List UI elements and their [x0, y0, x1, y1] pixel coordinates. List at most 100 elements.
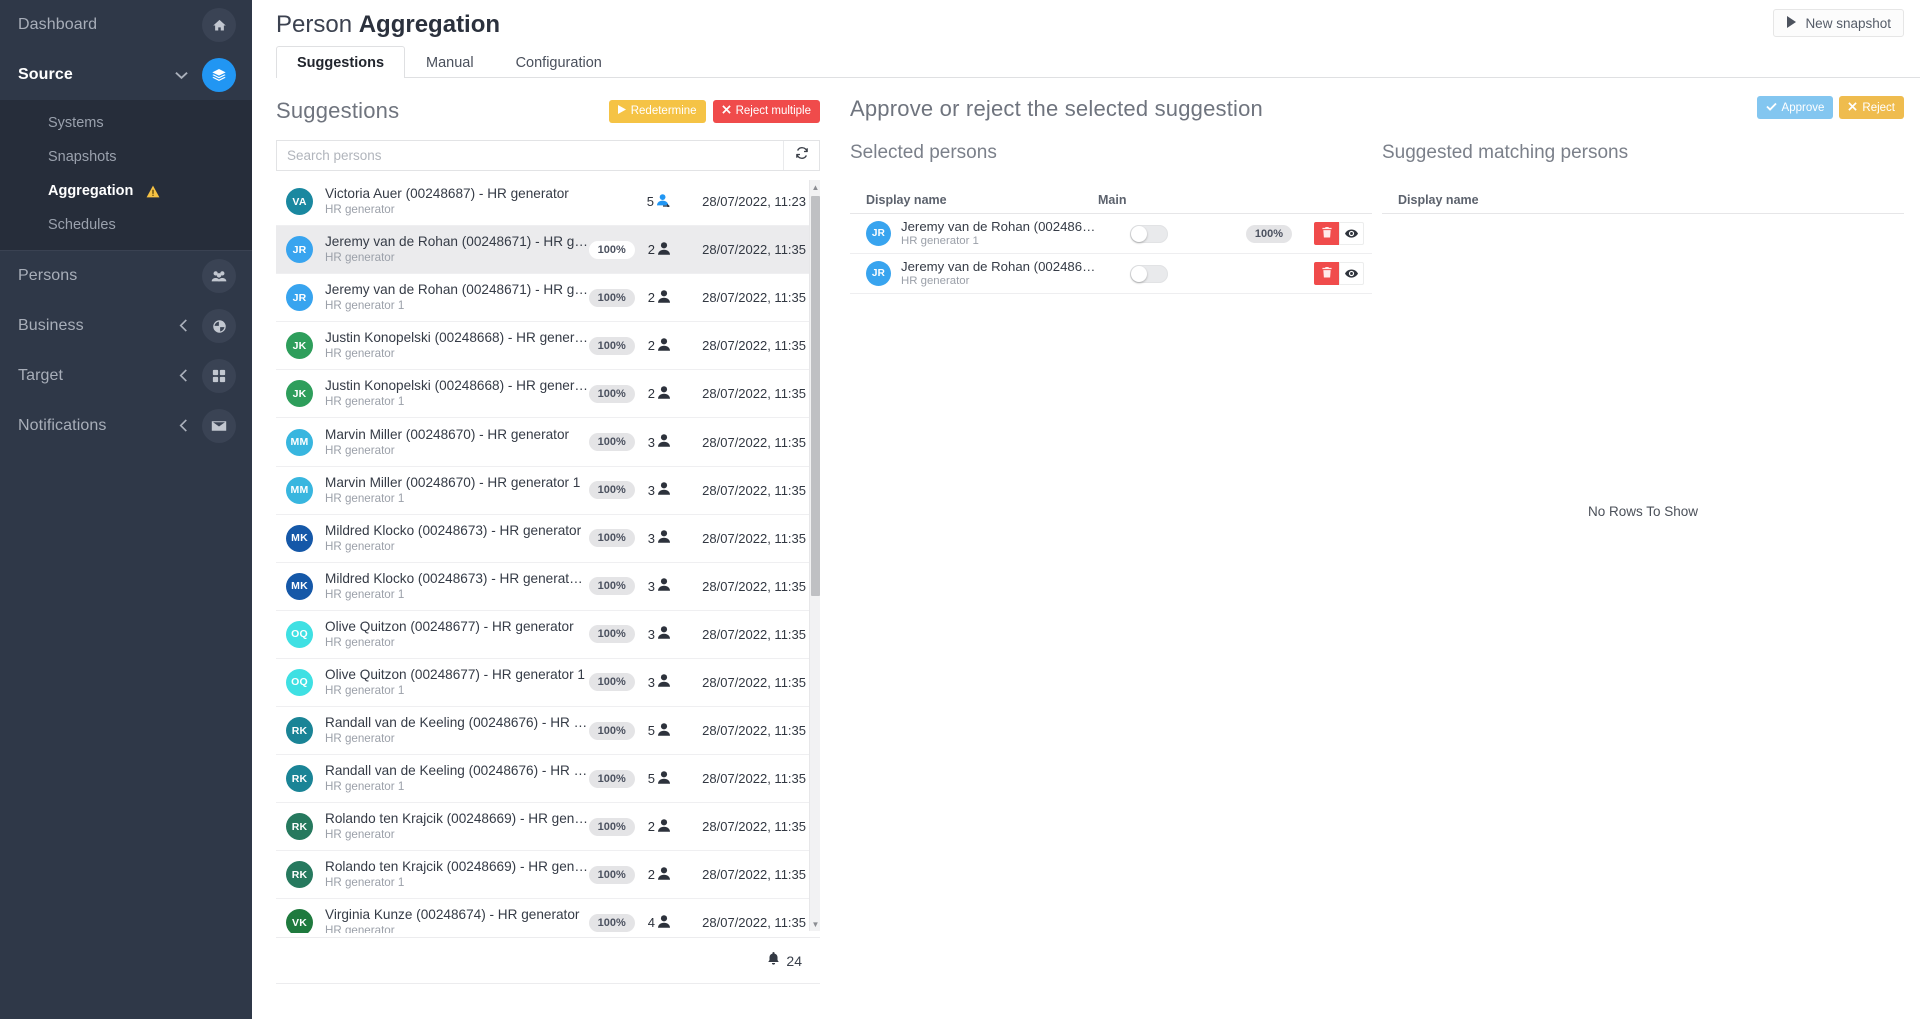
- tab-suggestions[interactable]: Suggestions: [276, 46, 406, 78]
- sidebar-item-snapshots[interactable]: Snapshots: [0, 140, 252, 174]
- row-actions: [1302, 262, 1364, 285]
- suggestions-scrollbar[interactable]: ▲ ▼: [809, 180, 820, 931]
- avatar: OQ: [286, 620, 313, 648]
- suggestion-row[interactable]: OQ Olive Quitzon (00248677) - HR generato…: [276, 658, 820, 708]
- person-count-label: 3: [647, 674, 655, 690]
- person-icon: [658, 770, 670, 787]
- sidebar-item-persons[interactable]: Persons: [0, 251, 252, 301]
- sidebar-item-label: Target: [18, 367, 64, 384]
- suggestion-name: Virginia Kunze (00248674) - HR generator: [325, 907, 580, 923]
- delete-button[interactable]: [1314, 262, 1339, 285]
- person-count: 2: [648, 241, 670, 258]
- page-title-bold: Aggregation: [358, 11, 501, 38]
- suggestion-row[interactable]: RK Rolando ten Krajcik (00248669) - HR ge…: [276, 803, 820, 852]
- match-percent-badge: 100%: [588, 769, 635, 788]
- avatar: MM: [286, 428, 313, 456]
- sidebar-item-systems[interactable]: Systems: [0, 106, 252, 140]
- suggestion-row[interactable]: RK Rolando ten Krajcik (00248669) - HR ge…: [276, 851, 820, 900]
- suggestion-row[interactable]: MM Marvin Miller (00248670) - HR generato…: [276, 466, 820, 515]
- person-icon: [658, 434, 670, 450]
- main-toggle-cell: [1130, 224, 1236, 243]
- sidebar-item-notifications[interactable]: Notifications: [0, 401, 252, 451]
- search-input[interactable]: [277, 141, 783, 170]
- main-toggle[interactable]: [1130, 264, 1168, 283]
- avatar: RK: [286, 861, 313, 889]
- avatar: JK: [286, 380, 313, 408]
- tab-manual[interactable]: Manual: [405, 46, 495, 78]
- view-button[interactable]: [1339, 222, 1364, 245]
- suggestion-date: 28/07/2022, 11:35: [702, 434, 806, 450]
- chevron-left-icon: [179, 368, 188, 384]
- suggestion-texts: Mildred Klocko (00248673) - HR generator…: [325, 523, 589, 554]
- suggestion-source: HR generator 1: [325, 683, 405, 697]
- sidebar-item-aggregation[interactable]: Aggregation: [0, 174, 252, 208]
- sidebar-submenu-source: Systems Snapshots Aggregation Schedules: [0, 100, 252, 250]
- suggestion-row[interactable]: JK Justin Konopelski (00248668) - HR gene…: [276, 322, 820, 371]
- match-percent-badge: 100%: [588, 817, 635, 836]
- table-row[interactable]: JR Jeremy van de Rohan (00248671) -… HR ge…: [850, 254, 1372, 294]
- person-count-label: 5: [646, 194, 654, 210]
- person-count: 5: [646, 193, 670, 210]
- avatar: MK: [286, 572, 313, 600]
- reject-multiple-button[interactable]: Reject multiple: [712, 99, 820, 123]
- suggestion-row[interactable]: MK Mildred Klocko (00248673) - HR generat…: [276, 514, 820, 563]
- scrollbar-thumb[interactable]: [811, 196, 820, 596]
- suggestion-row[interactable]: JR Jeremy van de Rohan (00248671) - HR ge…: [276, 274, 820, 323]
- new-snapshot-button[interactable]: New snapshot: [1773, 9, 1904, 37]
- suggestion-texts: Marvin Miller (00248670) - HR generator H…: [325, 427, 589, 458]
- sidebar-item-label: Persons: [18, 267, 78, 284]
- redetermine-button[interactable]: Redetermine: [608, 99, 706, 123]
- avatar: JR: [866, 221, 891, 246]
- suggestions-footer: 24: [276, 938, 820, 984]
- suggestion-texts: Virginia Kunze (00248674) - HR generator…: [325, 907, 589, 933]
- scroll-up-icon[interactable]: ▲: [810, 180, 820, 194]
- chevron-left-icon: [179, 418, 188, 434]
- suggestion-row[interactable]: RK Randall van de Keeling (00248676) - HR…: [276, 707, 820, 756]
- match-percent-badge: 100%: [1245, 224, 1292, 243]
- suggestion-source: HR generator 1: [325, 780, 405, 794]
- avatar: OQ: [286, 668, 313, 696]
- toggle-knob: [1131, 225, 1147, 242]
- suggestion-row[interactable]: OQ Olive Quitzon (00248677) - HR generato…: [276, 610, 820, 659]
- match-percent-badge: 100%: [588, 865, 635, 884]
- scroll-down-icon[interactable]: ▼: [810, 917, 820, 931]
- main-toggle[interactable]: [1130, 224, 1168, 243]
- suggestion-row[interactable]: JK Justin Konopelski (00248668) - HR gene…: [276, 370, 820, 419]
- suggestion-source: HR generator: [325, 539, 395, 553]
- person-count: 3: [648, 434, 670, 450]
- suggestion-row[interactable]: VK Virginia Kunze (00248674) - HR generat…: [276, 899, 820, 933]
- sidebar-item-source[interactable]: Source: [0, 50, 252, 100]
- sidebar-item-target[interactable]: Target: [0, 351, 252, 401]
- person-count-label: 3: [647, 530, 655, 546]
- suggestion-row[interactable]: VA Victoria Auer (00248687) - HR generato…: [276, 178, 820, 227]
- suggestion-name: Randall van de Keeling (00248676) - HR g…: [325, 763, 589, 779]
- suggestion-source: HR generator: [325, 828, 395, 842]
- person-count: 5: [648, 770, 670, 787]
- approve-button[interactable]: Approve: [1756, 96, 1834, 119]
- reject-button[interactable]: Reject: [1839, 96, 1904, 119]
- person-icon: [658, 915, 670, 931]
- sidebar-item-business[interactable]: Business: [0, 301, 252, 351]
- table-row[interactable]: JR Jeremy van de Rohan (00248671) -… HR ge…: [850, 214, 1372, 254]
- refresh-button[interactable]: [783, 141, 819, 170]
- sidebar: Dashboard Source Systems Snapshots Aggre…: [0, 0, 252, 1019]
- delete-button[interactable]: [1314, 222, 1339, 245]
- sidebar-item-dashboard[interactable]: Dashboard: [0, 0, 252, 50]
- tab-configuration[interactable]: Configuration: [495, 46, 623, 78]
- match-percent-badge: 100%: [588, 673, 635, 692]
- suggestion-name: Jeremy van de Rohan (00248671) - HR gene…: [325, 234, 589, 250]
- eye-icon: [1345, 265, 1358, 283]
- approve-reject-title: Approve or reject the selected suggestio…: [850, 96, 1263, 121]
- suggestion-name: Marvin Miller (00248670) - HR generator …: [325, 474, 581, 490]
- suggestion-row[interactable]: MM Marvin Miller (00248670) - HR generato…: [276, 418, 820, 467]
- view-button[interactable]: [1339, 262, 1364, 285]
- suggestion-date: 28/07/2022, 11:35: [702, 674, 806, 690]
- suggestion-source: HR generator: [325, 635, 395, 649]
- suggestions-list[interactable]: VA Victoria Auer (00248687) - HR generato…: [276, 178, 820, 933]
- person-count-label: 2: [647, 386, 655, 402]
- person-count: 2: [648, 338, 670, 354]
- suggestion-row[interactable]: MK Mildred Klocko (00248673) - HR generat…: [276, 562, 820, 611]
- suggestion-row[interactable]: RK Randall van de Keeling (00248676) - HR…: [276, 755, 820, 804]
- suggestion-row[interactable]: JR Jeremy van de Rohan (00248671) - HR ge…: [276, 226, 820, 275]
- sidebar-item-schedules[interactable]: Schedules: [0, 208, 252, 242]
